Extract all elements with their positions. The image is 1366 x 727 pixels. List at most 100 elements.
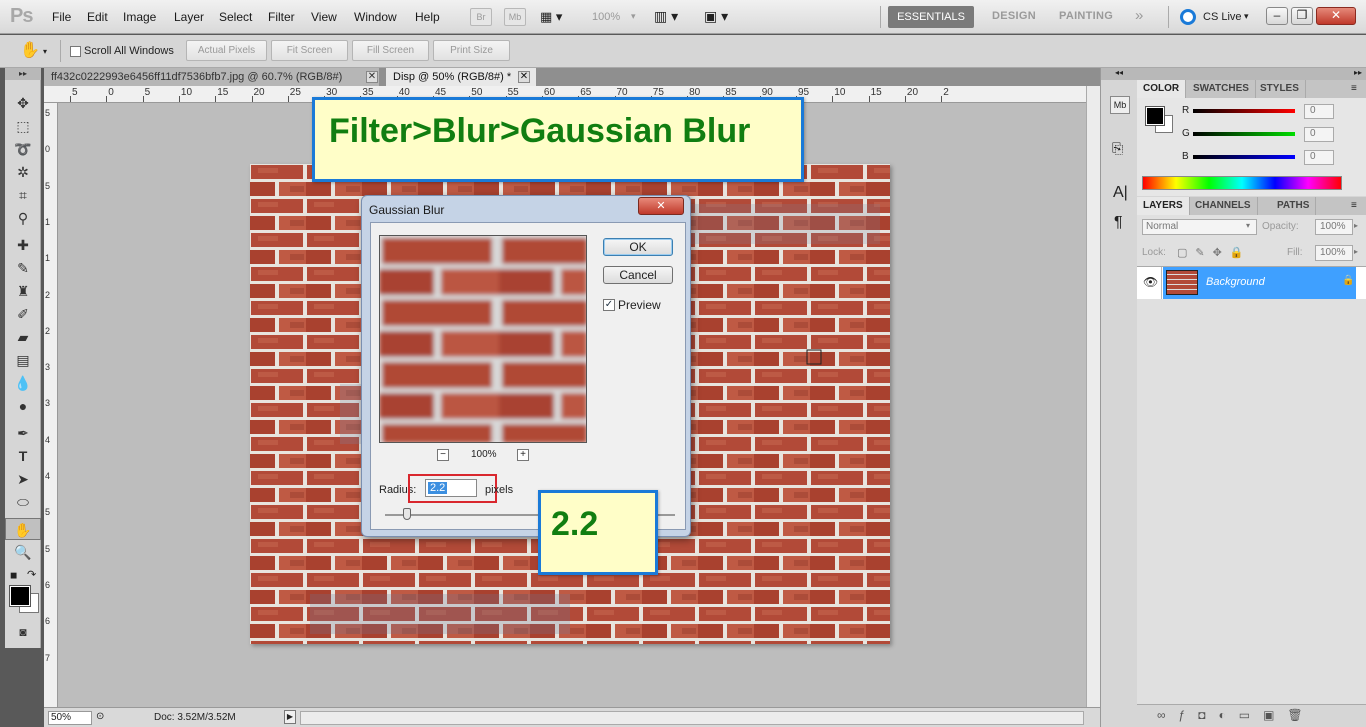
zoom-in-button[interactable]: + (517, 449, 529, 461)
tab-swatches[interactable]: SWATCHES (1187, 80, 1256, 98)
lock-icons[interactable]: ▢✎✥🔒 (1177, 246, 1252, 259)
pen-tool-icon[interactable]: ✒ (5, 422, 41, 444)
quick-selection-tool-icon[interactable]: ✲ (5, 161, 41, 183)
menu-edit[interactable]: Edit (87, 10, 108, 24)
panel-menu-icon[interactable]: ≡ (1351, 200, 1357, 211)
print-size-button[interactable]: Print Size (433, 40, 510, 61)
foreground-color-swatch[interactable] (9, 585, 31, 607)
zoom-field[interactable]: 50% (48, 711, 92, 725)
minimize-button[interactable]: – (1266, 7, 1288, 25)
menu-image[interactable]: Image (123, 10, 156, 24)
brush-tool-icon[interactable]: ✎ (5, 257, 41, 279)
menu-window[interactable]: Window (354, 10, 397, 24)
fit-screen-button[interactable]: Fit Screen (271, 40, 348, 61)
blue-slider[interactable] (1193, 155, 1295, 159)
more-workspaces-button[interactable]: » (1135, 7, 1143, 24)
crop-tool-icon[interactable]: ⌗ (5, 184, 41, 206)
hand-tool-icon[interactable]: ✋ (5, 518, 41, 540)
marquee-tool-icon[interactable]: ⬚ (5, 115, 41, 137)
dodge-tool-icon[interactable]: ● (5, 395, 41, 417)
zoom-tool-icon[interactable]: 🔍 (5, 541, 41, 563)
foreground-color-swatch[interactable] (1145, 106, 1165, 126)
close-tab-icon[interactable]: ✕ (518, 71, 530, 83)
move-tool-icon[interactable]: ✥ (5, 92, 41, 114)
type-tool-icon[interactable]: T (5, 445, 41, 467)
panel-menu-icon[interactable]: ≡ (1351, 83, 1357, 94)
menu-layer[interactable]: Layer (174, 10, 204, 24)
fill-field[interactable]: 100% (1315, 245, 1353, 261)
screen-mode-icon[interactable]: ▣ ▾ (704, 8, 728, 25)
layer-row-background[interactable]: Background 🔒 (1163, 267, 1356, 299)
close-button[interactable]: ✕ (1316, 7, 1356, 25)
cs-live-button[interactable]: CS Live (1203, 11, 1242, 23)
chevron-down-icon[interactable]: ▾ (43, 47, 47, 56)
bridge-button[interactable]: Br (470, 8, 492, 26)
workspace-essentials[interactable]: ESSENTIALS (888, 6, 974, 28)
blend-mode-select[interactable]: Normal (1142, 219, 1257, 235)
eraser-tool-icon[interactable]: ▰ (5, 326, 41, 348)
opacity-field[interactable]: 100% (1315, 219, 1353, 235)
eye-icon[interactable]: 👁 (1143, 275, 1158, 289)
default-colors-icon[interactable]: ◼ (10, 570, 17, 581)
workspace-design[interactable]: DESIGN (992, 10, 1036, 22)
menu-filter[interactable]: Filter (268, 10, 295, 24)
red-slider[interactable] (1193, 109, 1295, 113)
green-value-field[interactable]: 0 (1304, 127, 1334, 142)
tab-color[interactable]: COLOR (1137, 80, 1187, 98)
paragraph-icon[interactable]: ¶ (1114, 214, 1123, 232)
swap-colors-icon[interactable]: ↷ (27, 568, 36, 581)
arrange-documents-icon[interactable]: ▥ ▾ (654, 8, 678, 25)
history-icon[interactable]: ⎘ (1112, 140, 1123, 157)
shape-tool-icon[interactable]: ⬭ (5, 491, 41, 513)
workspace-painting[interactable]: PAINTING (1059, 10, 1113, 22)
blue-value-field[interactable]: 0 (1304, 150, 1334, 165)
horizontal-scrollbar[interactable] (300, 711, 1084, 725)
tab-document-1[interactable]: ff432c0222993e6456ff11df7536bfb7.jpg @ 6… (44, 68, 379, 86)
dialog-close-button[interactable]: ✕ (638, 197, 684, 215)
tab-channels[interactable]: CHANNELS (1189, 197, 1258, 215)
tab-paths[interactable]: PATHS (1271, 197, 1317, 215)
color-spectrum-bar[interactable] (1142, 176, 1342, 190)
layer-actions-icons[interactable]: ∞ƒ◘◐▭▣🗑 (1157, 708, 1316, 722)
tab-styles[interactable]: STYLES (1254, 80, 1306, 98)
ok-button[interactable]: OK (603, 238, 673, 256)
minibridge-button[interactable]: Mb (504, 8, 526, 26)
history-brush-tool-icon[interactable]: ✐ (5, 303, 41, 325)
green-slider[interactable] (1193, 132, 1295, 136)
eyedropper-tool-icon[interactable]: ⚲ (5, 207, 41, 229)
menu-help[interactable]: Help (415, 10, 440, 24)
gradient-tool-icon[interactable]: ▤ (5, 349, 41, 371)
collapse-panels-icon[interactable]: ▸▸ (1137, 68, 1366, 80)
path-selection-tool-icon[interactable]: ➤ (5, 468, 41, 490)
collapse-tools-icon[interactable]: ▸▸ (5, 68, 41, 80)
collapse-strip-icon[interactable]: ◂◂ (1101, 68, 1137, 80)
tab-layers[interactable]: LAYERS (1137, 197, 1190, 215)
lasso-tool-icon[interactable]: ➰ (5, 138, 41, 160)
tab-document-2[interactable]: Disp @ 50% (RGB/8#) * ✕ (386, 68, 536, 86)
clone-stamp-tool-icon[interactable]: ♜ (5, 280, 41, 302)
status-menu-arrow[interactable]: ▶ (284, 710, 296, 724)
status-info-icon[interactable]: ⊙ (96, 711, 104, 722)
hand-tool-icon[interactable]: ✋ (20, 40, 40, 60)
fill-screen-button[interactable]: Fill Screen (352, 40, 429, 61)
menu-select[interactable]: Select (219, 10, 252, 24)
quick-mask-icon[interactable]: ◙ (5, 621, 41, 643)
red-value-field[interactable]: 0 (1304, 104, 1334, 119)
zoom-out-button[interactable]: − (437, 449, 449, 461)
actual-pixels-button[interactable]: Actual Pixels (186, 40, 267, 61)
close-tab-icon[interactable]: ✕ (366, 71, 378, 83)
restore-button[interactable]: ❐ (1291, 7, 1313, 25)
blur-tool-icon[interactable]: 💧 (5, 372, 41, 394)
cancel-button[interactable]: Cancel (603, 266, 673, 284)
zoom-level-select[interactable]: 100% (592, 11, 620, 23)
radius-slider-thumb[interactable] (403, 508, 411, 520)
healing-brush-tool-icon[interactable]: ✚ (5, 234, 41, 256)
scroll-all-checkbox[interactable] (70, 46, 81, 57)
vertical-scrollbar[interactable] (1086, 86, 1100, 707)
character-icon[interactable]: A| (1113, 184, 1128, 202)
preview-checkbox[interactable]: ✓ (603, 299, 615, 311)
menu-view[interactable]: View (311, 10, 337, 24)
menu-file[interactable]: File (52, 10, 71, 24)
minibridge-icon[interactable]: Mb (1110, 96, 1130, 114)
view-extras-icon[interactable]: ▦ ▾ (540, 9, 562, 25)
